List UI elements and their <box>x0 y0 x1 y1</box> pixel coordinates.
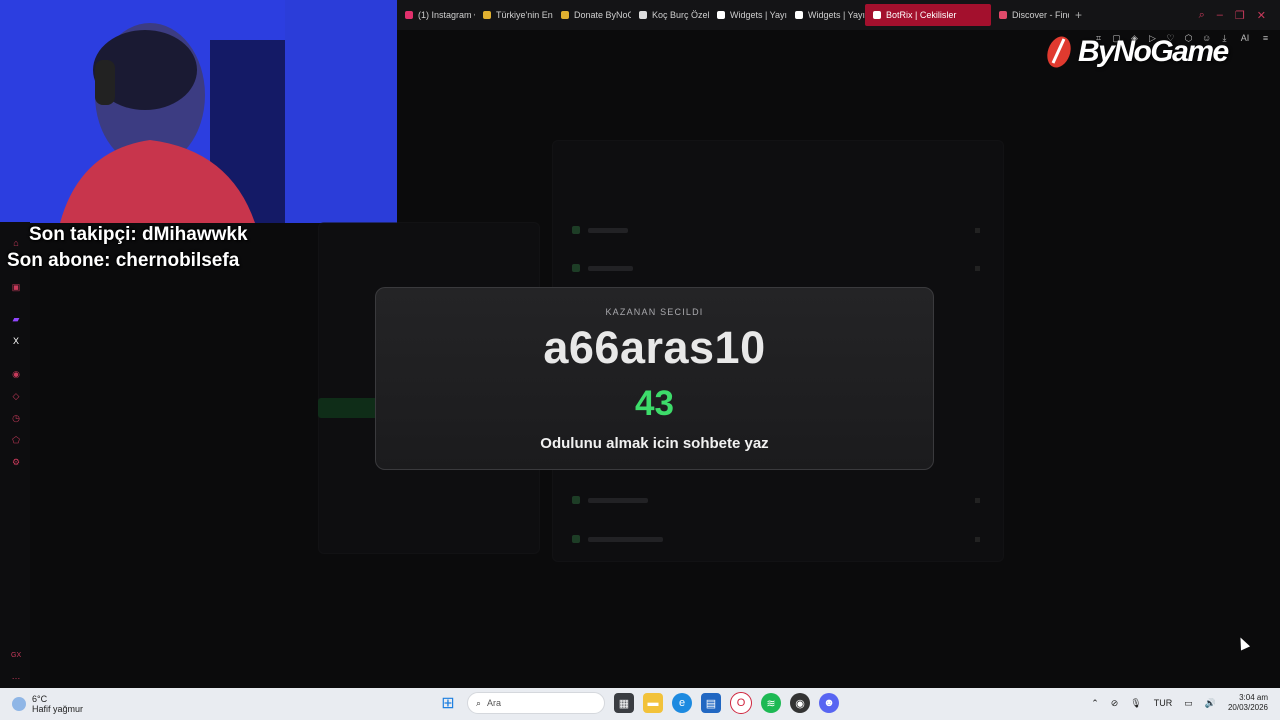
rain-cloud-icon <box>12 697 26 711</box>
new-tab-icon[interactable]: + <box>1069 8 1088 22</box>
background-green-bar <box>318 398 378 418</box>
bynogame-logo: ByNoGame <box>1044 30 1244 74</box>
history-icon[interactable]: ◷ <box>11 413 21 423</box>
spotify-icon[interactable]: ≋ <box>761 693 781 713</box>
taskbar-apps: ⊞ ⌕ Ara ▦ ▬ e ▤ O ≋ ◉ ☻ <box>438 692 839 714</box>
tab-widgets-2[interactable]: Widgets | Yayın <box>787 4 865 26</box>
tab-label: Discover - Find <box>1012 10 1069 20</box>
search-placeholder: Ara <box>487 698 502 708</box>
tab-discover[interactable]: Discover - Find <box>991 4 1069 26</box>
search-icon[interactable]: ⌕ <box>1199 9 1205 22</box>
last-follower-text: Son takipçi: dMihawwkk <box>29 224 248 245</box>
webcam-feed <box>0 0 397 223</box>
winner-number: 43 <box>635 384 674 423</box>
tab-botrix-active[interactable]: BotRix | Cekilisler <box>865 4 991 26</box>
gx-label[interactable]: GX <box>11 651 21 661</box>
messenger-icon[interactable]: ▣ <box>11 282 21 292</box>
taskbar-search[interactable]: ⌕ Ara <box>467 692 605 714</box>
browser-sidebar: ⌂ ▣ ▰ X ◉ ◇ ◷ ⬠ ⚙ GX … <box>0 222 30 688</box>
botrix-icon <box>873 11 881 19</box>
weather-desc: Hafif yağmur <box>32 704 84 714</box>
clock[interactable]: 3:04 am 20/03/2026 <box>1228 693 1268 713</box>
microphone-icon[interactable]: 🎙 <box>1130 698 1141 709</box>
winner-message: Odulunu almak icin sohbete yaz <box>540 435 769 452</box>
site-icon <box>999 11 1007 19</box>
site-icon <box>639 11 647 19</box>
discord-icon[interactable]: ☻ <box>819 693 839 713</box>
task-view-icon[interactable]: ▦ <box>614 693 634 713</box>
menu-icon[interactable]: ≡ <box>1261 33 1270 43</box>
background-row <box>572 225 980 235</box>
logo-text: ByNoGame <box>1078 35 1229 68</box>
weather-widget[interactable]: 6°C Hafif yağmur <box>12 694 83 714</box>
instagram-icon <box>405 11 413 19</box>
minimize-icon[interactable]: – <box>1217 9 1223 22</box>
network-off-icon[interactable]: ⊘ <box>1111 698 1119 709</box>
x-icon[interactable]: X <box>11 336 21 346</box>
mouse-cursor <box>1235 635 1251 651</box>
taskbar: 6°C Hafif yağmur ⊞ ⌕ Ara ▦ ▬ e ▤ O ≋ ◉ ☻… <box>0 688 1280 720</box>
tab-label: Türkiye'nin En B <box>496 10 553 20</box>
settings-icon[interactable]: ⚙ <box>11 457 21 467</box>
weather-temp: 6°C <box>32 694 48 704</box>
bynogame-logo-mark <box>1047 36 1071 68</box>
background-row <box>572 534 980 544</box>
tab-widgets-1[interactable]: Widgets | Yayın <box>709 4 787 26</box>
window-controls: ⌕ – ❐ ✕ <box>1199 9 1280 22</box>
site-icon <box>483 11 491 19</box>
store-icon[interactable]: ▤ <box>701 693 721 713</box>
tab-label: Widgets | Yayın <box>808 10 865 20</box>
edge-icon[interactable]: e <box>672 693 692 713</box>
tab-label: Widgets | Yayın <box>730 10 787 20</box>
winner-name: a66aras10 <box>543 322 766 373</box>
clock-date: 20/03/2026 <box>1227 703 1268 712</box>
more-icon[interactable]: … <box>11 671 21 681</box>
close-icon[interactable]: ✕ <box>1257 9 1266 22</box>
home-icon[interactable]: ⌂ <box>11 238 21 248</box>
system-tray: ⌃ ⊘ 🎙 TUR ▭ 🔊 3:04 am 20/03/2026 <box>1091 693 1268 713</box>
diamond-icon <box>795 11 803 19</box>
chevron-up-icon[interactable]: ⌃ <box>1091 698 1099 709</box>
diamond-icon <box>717 11 725 19</box>
obs-icon[interactable]: ◉ <box>790 693 810 713</box>
background-row <box>572 263 980 273</box>
opera-gx-icon[interactable]: O <box>730 692 752 714</box>
file-explorer-icon[interactable]: ▬ <box>643 693 663 713</box>
last-subscriber-text: Son abone: chernobilsefa <box>7 250 240 271</box>
background-row <box>572 495 980 505</box>
extensions-icon[interactable]: ⬠ <box>11 435 21 445</box>
tab-koc-burc[interactable]: Koç Burç Özelli <box>631 4 709 26</box>
tab-turkiye[interactable]: Türkiye'nin En B <box>475 4 553 26</box>
winner-modal: KAZANAN SECILDI a66aras10 43 Odulunu alm… <box>375 287 934 470</box>
volume-icon[interactable]: 🔊 <box>1205 698 1216 709</box>
browser-tab-bar: (1) Instagram • Türkiye'nin En B Donate … <box>397 0 1280 30</box>
winner-caption: KAZANAN SECILDI <box>605 307 704 317</box>
tab-label: BotRix | Cekilisler <box>886 10 957 20</box>
tab-donate[interactable]: Donate ByNoGa <box>553 4 631 26</box>
streamer-video <box>0 0 397 223</box>
player-icon[interactable]: ◉ <box>11 369 21 379</box>
search-icon: ⌕ <box>476 697 482 708</box>
bookmark-icon[interactable]: ◇ <box>11 391 21 401</box>
display-icon[interactable]: ▭ <box>1184 698 1193 709</box>
tab-instagram[interactable]: (1) Instagram • <box>397 4 475 26</box>
windows-start-icon[interactable]: ⊞ <box>438 693 458 713</box>
restore-icon[interactable]: ❐ <box>1235 9 1245 22</box>
tab-label: (1) Instagram • <box>418 10 475 20</box>
tab-label: Donate ByNoGa <box>574 10 631 20</box>
twitch-icon[interactable]: ▰ <box>11 314 21 324</box>
language-indicator[interactable]: TUR <box>1154 698 1173 708</box>
clock-time: 3:04 am <box>1239 693 1268 702</box>
site-icon <box>561 11 569 19</box>
tab-label: Koç Burç Özelli <box>652 10 709 20</box>
